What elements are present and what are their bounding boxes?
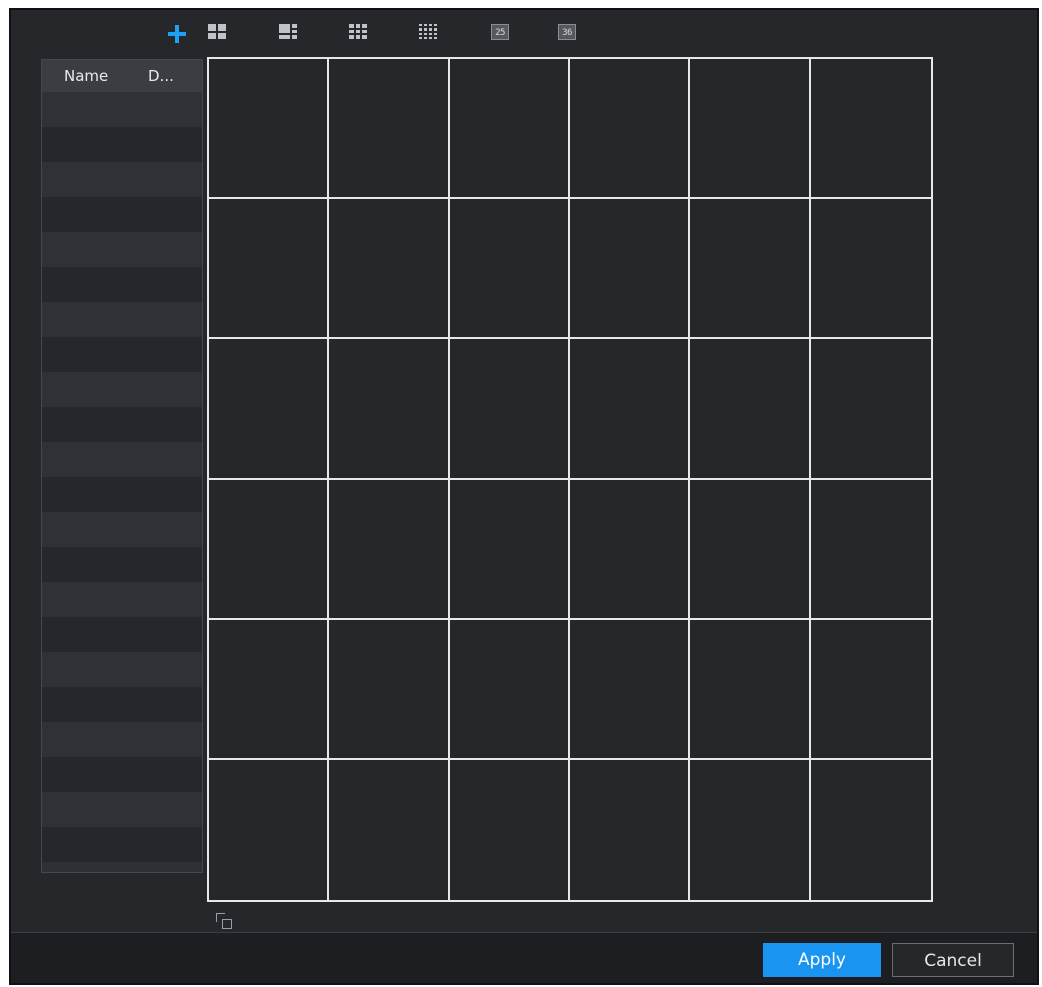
list-item[interactable]: [42, 652, 202, 687]
column-header-name[interactable]: Name: [42, 67, 134, 85]
layout-toolbar: 25 36: [11, 10, 1037, 54]
device-list-header: Name D...: [42, 60, 202, 92]
video-window-cell[interactable]: [570, 759, 691, 900]
video-window-cell[interactable]: [690, 759, 811, 900]
list-item[interactable]: [42, 582, 202, 617]
video-window-cell[interactable]: [209, 339, 330, 480]
video-window-cell[interactable]: [570, 339, 691, 480]
list-item[interactable]: [42, 267, 202, 302]
list-item[interactable]: [42, 372, 202, 407]
video-window-grid: [207, 57, 933, 902]
device-list-rows: [42, 92, 202, 862]
list-item[interactable]: [42, 547, 202, 582]
column-header-d[interactable]: D...: [134, 67, 174, 85]
video-window-cell[interactable]: [690, 59, 811, 200]
video-window-cell[interactable]: [450, 759, 570, 900]
layout-25-icon[interactable]: 25: [491, 24, 509, 40]
list-item[interactable]: [42, 92, 202, 127]
video-window-cell[interactable]: [209, 759, 330, 900]
apply-button[interactable]: Apply: [763, 943, 881, 977]
video-window-cell[interactable]: [329, 339, 450, 480]
video-window-cell[interactable]: [329, 199, 450, 340]
video-window-cell[interactable]: [449, 59, 570, 200]
list-item[interactable]: [42, 617, 202, 652]
plus-icon[interactable]: [167, 24, 187, 43]
video-window-cell[interactable]: [329, 619, 450, 760]
list-item[interactable]: [42, 827, 202, 862]
list-item[interactable]: [42, 302, 202, 337]
video-window-cell[interactable]: [690, 199, 811, 340]
video-window-cell[interactable]: [329, 759, 450, 900]
video-window-cell[interactable]: [209, 479, 330, 620]
video-window-cell[interactable]: [690, 479, 811, 620]
layout-9-icon[interactable]: [349, 24, 367, 39]
video-window-cell[interactable]: [811, 760, 931, 900]
list-item[interactable]: [42, 512, 202, 547]
list-item[interactable]: [42, 792, 202, 827]
list-item[interactable]: [42, 407, 202, 442]
window-frame: 25 36 Name D... Apply Cancel: [9, 8, 1039, 985]
device-list: Name D...: [41, 59, 203, 873]
video-window-cell[interactable]: [209, 199, 330, 340]
layout-16-icon[interactable]: [419, 24, 437, 39]
video-window-cell[interactable]: [449, 199, 570, 340]
video-window-cell[interactable]: [570, 479, 691, 620]
video-window-cell[interactable]: [449, 339, 570, 480]
video-window-cell[interactable]: [209, 619, 330, 760]
video-window-cell[interactable]: [570, 199, 691, 340]
list-item[interactable]: [42, 477, 202, 512]
footer-bar: Apply Cancel: [11, 932, 1037, 983]
cancel-button[interactable]: Cancel: [892, 943, 1014, 977]
layout-6-icon[interactable]: [279, 24, 297, 39]
list-item[interactable]: [42, 197, 202, 232]
video-window-cell[interactable]: [570, 59, 691, 200]
video-window-cell[interactable]: [810, 620, 931, 760]
layout-4-icon[interactable]: [208, 24, 226, 39]
list-item[interactable]: [42, 337, 202, 372]
list-item[interactable]: [42, 722, 202, 757]
split-window-icon[interactable]: [214, 911, 232, 929]
list-item[interactable]: [42, 757, 202, 792]
list-item[interactable]: [42, 687, 202, 722]
video-window-cell[interactable]: [690, 619, 811, 760]
list-item[interactable]: [42, 127, 202, 162]
video-window-cell[interactable]: [449, 619, 570, 760]
video-window-cell[interactable]: [329, 59, 450, 200]
video-window-cell[interactable]: [209, 59, 330, 200]
video-window-cell[interactable]: [810, 480, 931, 620]
video-window-cell[interactable]: [810, 199, 931, 340]
video-window-cell[interactable]: [570, 619, 691, 760]
video-window-cell[interactable]: [810, 339, 931, 480]
video-window-cell[interactable]: [810, 59, 931, 200]
list-item[interactable]: [42, 442, 202, 477]
list-item[interactable]: [42, 162, 202, 197]
list-item[interactable]: [42, 232, 202, 267]
video-window-cell[interactable]: [329, 479, 450, 620]
video-window-cell[interactable]: [690, 339, 811, 480]
layout-36-icon[interactable]: 36: [558, 24, 576, 40]
video-window-cell[interactable]: [449, 479, 570, 620]
